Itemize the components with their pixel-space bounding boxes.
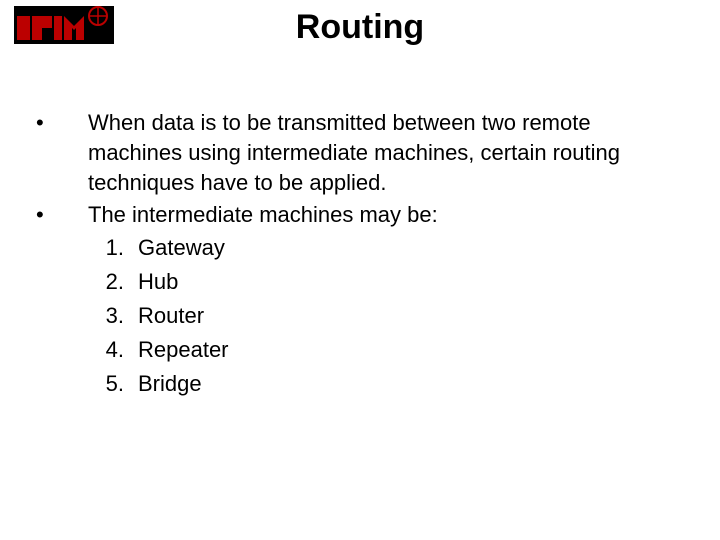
slide-body: • When data is to be transmitted between…	[30, 108, 690, 402]
list-text: Hub	[138, 266, 690, 298]
list-text: Repeater	[138, 334, 690, 366]
bullet-item: • When data is to be transmitted between…	[30, 108, 690, 198]
list-text: Bridge	[138, 368, 690, 400]
list-number: 4.	[30, 334, 138, 366]
bullet-text: When data is to be transmitted between t…	[88, 108, 690, 198]
list-number: 1.	[30, 232, 138, 264]
list-text: Router	[138, 300, 690, 332]
slide: Routing • When data is to be transmitted…	[0, 0, 720, 540]
list-item: 4. Repeater	[30, 334, 690, 366]
list-number: 5.	[30, 368, 138, 400]
bullet-item: • The intermediate machines may be:	[30, 200, 690, 230]
slide-title: Routing	[0, 8, 720, 47]
list-item: 2. Hub	[30, 266, 690, 298]
list-number: 3.	[30, 300, 138, 332]
list-item: 1. Gateway	[30, 232, 690, 264]
bullet-text: The intermediate machines may be:	[88, 200, 690, 230]
list-text: Gateway	[138, 232, 690, 264]
bullet-marker: •	[30, 200, 88, 230]
list-item: 5. Bridge	[30, 368, 690, 400]
list-number: 2.	[30, 266, 138, 298]
list-item: 3. Router	[30, 300, 690, 332]
bullet-marker: •	[30, 108, 88, 138]
